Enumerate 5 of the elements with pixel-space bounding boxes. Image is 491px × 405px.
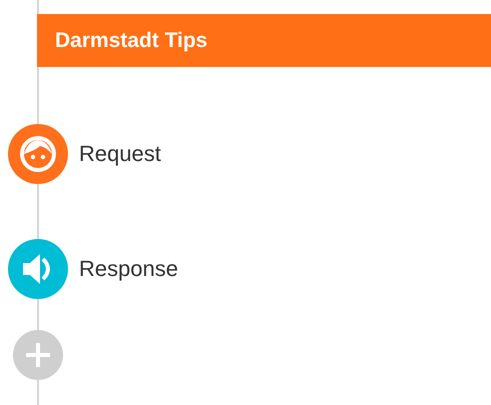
header-title: Darmstadt Tips <box>55 28 208 52</box>
plus-icon <box>24 341 52 369</box>
step-label: Request <box>79 141 161 167</box>
face-icon <box>18 134 58 174</box>
step-label: Response <box>79 256 178 282</box>
